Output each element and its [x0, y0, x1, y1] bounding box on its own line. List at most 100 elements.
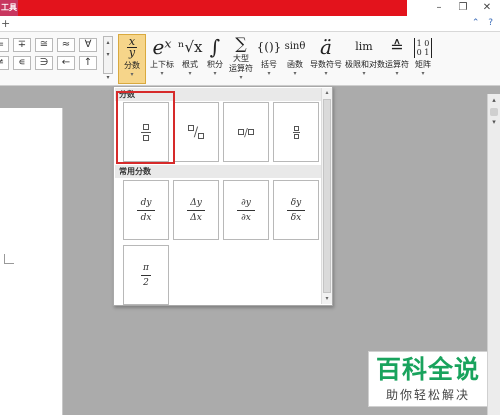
dropdown-arrow-icon: ▾	[267, 70, 271, 77]
denominator: Δx	[190, 212, 202, 223]
numerator: Δy	[190, 197, 202, 208]
equation-ribbon: = ≠ ∓ ≅ ≈ ∀ ∊ ∋ ← ↑ ▴ ▾ ▾ x y 分数 ▾ eˣ 上下…	[0, 32, 500, 86]
fraction-button[interactable]: x y 分数 ▾	[118, 34, 146, 84]
button-label: 积分	[207, 60, 223, 69]
scroll-up-icon[interactable]: ▴	[104, 37, 112, 49]
symbol-cell[interactable]: ≠	[0, 56, 9, 70]
partial-y-partial-x-tile[interactable]: ∂y ∂x	[223, 180, 269, 240]
small-fraction-tile[interactable]	[273, 102, 319, 162]
accent-icon: ä	[320, 35, 332, 59]
title-bar: 工具 – ❐ ✕	[0, 0, 500, 16]
gallery-more-icon[interactable]: ▾	[103, 74, 113, 82]
symbol-cell[interactable]: =	[0, 38, 9, 52]
symbol-cell[interactable]: ∀	[79, 38, 97, 52]
operator-icon: ≙	[390, 37, 404, 56]
numerator: ∂y	[241, 197, 251, 208]
skewed-fraction-icon: /	[187, 125, 205, 140]
dropdown-arrow-icon: ▾	[421, 70, 425, 77]
script-button[interactable]: eˣ 上下标 ▾	[147, 34, 177, 84]
scroll-up-icon[interactable]: ▴	[488, 94, 500, 106]
limit-log-button[interactable]: lim 极限和对数 ▾	[345, 34, 385, 84]
scroll-down-icon[interactable]: ▾	[104, 49, 112, 61]
watermark-subtitle: 助你轻松解决	[385, 388, 470, 402]
dropdown-arrow-icon: ▾	[239, 74, 243, 81]
numerator: π	[143, 262, 149, 273]
watermark-logo: 百科全说 助你轻松解决	[368, 351, 488, 407]
superscript-icon: eˣ	[152, 35, 172, 59]
symbol-cell[interactable]: ≈	[57, 38, 75, 52]
denominator: 2	[143, 277, 149, 288]
function-button[interactable]: sinθ 函数 ▾	[283, 34, 307, 84]
dy-dx-fraction: dy dx	[137, 198, 155, 223]
dropdown-arrow-icon: ▾	[188, 70, 192, 77]
large-operator-button[interactable]: ∑ 大型 运算符 ▾	[228, 34, 254, 84]
pi-over-2-fraction: π 2	[141, 263, 151, 288]
matrix-icon: 1 00 1	[412, 34, 434, 60]
bracket-button[interactable]: {()} 括号 ▾	[256, 34, 282, 84]
accent-button[interactable]: ä 导数符号 ▾	[308, 34, 344, 84]
document-scrollbar[interactable]: ▴ ▾	[487, 94, 500, 415]
symbol-gallery-scroll[interactable]: ▴ ▾	[103, 36, 113, 74]
dy-dx-tile[interactable]: dy dx	[123, 180, 169, 240]
bracket-icon: {()}	[256, 40, 282, 54]
tool-context-tab[interactable]: 工具	[0, 0, 18, 16]
scroll-down-icon[interactable]: ▾	[488, 116, 500, 128]
title-band	[18, 0, 407, 16]
restore-button[interactable]: ❐	[452, 1, 474, 15]
numerator: δy	[290, 197, 302, 208]
dropdown-arrow-icon: ▾	[130, 71, 134, 78]
integral-button[interactable]: ∫ 积分 ▾	[203, 34, 227, 84]
scroll-up-icon[interactable]: ▴	[322, 88, 332, 98]
delta-y-delta-x-tile[interactable]: Δy Δx	[173, 180, 219, 240]
button-label: 上下标	[150, 60, 174, 69]
button-label: 导数符号	[310, 60, 342, 69]
ribbon-tab-row: + ⌃ ?	[0, 16, 500, 32]
denominator: δx	[290, 212, 302, 223]
symbol-cell[interactable]: ≅	[35, 38, 53, 52]
integral-icon: ∫	[209, 35, 221, 59]
minimize-button[interactable]: –	[428, 1, 450, 15]
partial-fraction: ∂y ∂x	[237, 198, 255, 223]
fraction-gallery-panel: 分数 / / 常用分数 dy dx Δy Δx ∂y ∂x δy δx π 2 …	[113, 86, 333, 306]
crop-mark	[4, 254, 14, 264]
limit-icon: lim	[355, 40, 373, 53]
button-label: 函数	[287, 60, 303, 69]
button-label: 括号	[261, 60, 277, 69]
dropdown-arrow-icon: ▾	[362, 70, 366, 77]
radical-button[interactable]: ⁿ√x 根式 ▾	[178, 34, 203, 84]
button-label: 分数	[124, 61, 140, 70]
document-page[interactable]	[0, 108, 63, 415]
panel-scrollbar[interactable]: ▴ ▾	[321, 88, 332, 304]
symbol-cell[interactable]: ←	[57, 56, 75, 70]
symbol-cell[interactable]: ∊	[13, 56, 31, 70]
symbol-cell[interactable]: ↑	[79, 56, 97, 70]
symbol-cell[interactable]: ∓	[13, 38, 31, 52]
linear-fraction-tile[interactable]: /	[223, 102, 269, 162]
pi-over-2-tile[interactable]: π 2	[123, 245, 169, 305]
button-label: 根式	[182, 60, 198, 69]
button-label-line2: 运算符	[229, 64, 253, 73]
button-label: 极限和对数	[345, 60, 385, 69]
dropdown-arrow-icon: ▾	[324, 70, 328, 77]
function-icon: sinθ	[284, 41, 306, 52]
skewed-fraction-tile[interactable]: /	[173, 102, 219, 162]
small-delta-fraction-tile[interactable]: δy δx	[273, 180, 319, 240]
symbol-cell[interactable]: ∋	[35, 56, 53, 70]
button-label: 大型	[233, 54, 249, 63]
button-label: 矩阵	[415, 60, 431, 69]
matrix-button[interactable]: 1 00 1 矩阵 ▾	[412, 34, 434, 84]
close-button[interactable]: ✕	[476, 1, 498, 15]
small-fraction-icon	[292, 125, 300, 139]
watermark-title: 百科全说	[375, 355, 480, 384]
scroll-thumb[interactable]	[323, 99, 331, 293]
denominator: dx	[140, 212, 152, 223]
scroll-thumb[interactable]	[490, 108, 498, 116]
numerator: dy	[140, 197, 152, 208]
expand-icon[interactable]: +	[1, 16, 10, 31]
dropdown-arrow-icon: ▾	[213, 70, 217, 77]
denominator: ∂x	[241, 212, 251, 223]
section-header-common-fractions: 常用分数	[115, 165, 321, 178]
operator-button[interactable]: ≙ 运算符 ▾	[384, 34, 410, 84]
help-icon[interactable]: ⌃ ?	[472, 16, 496, 31]
scroll-down-icon[interactable]: ▾	[322, 294, 332, 304]
